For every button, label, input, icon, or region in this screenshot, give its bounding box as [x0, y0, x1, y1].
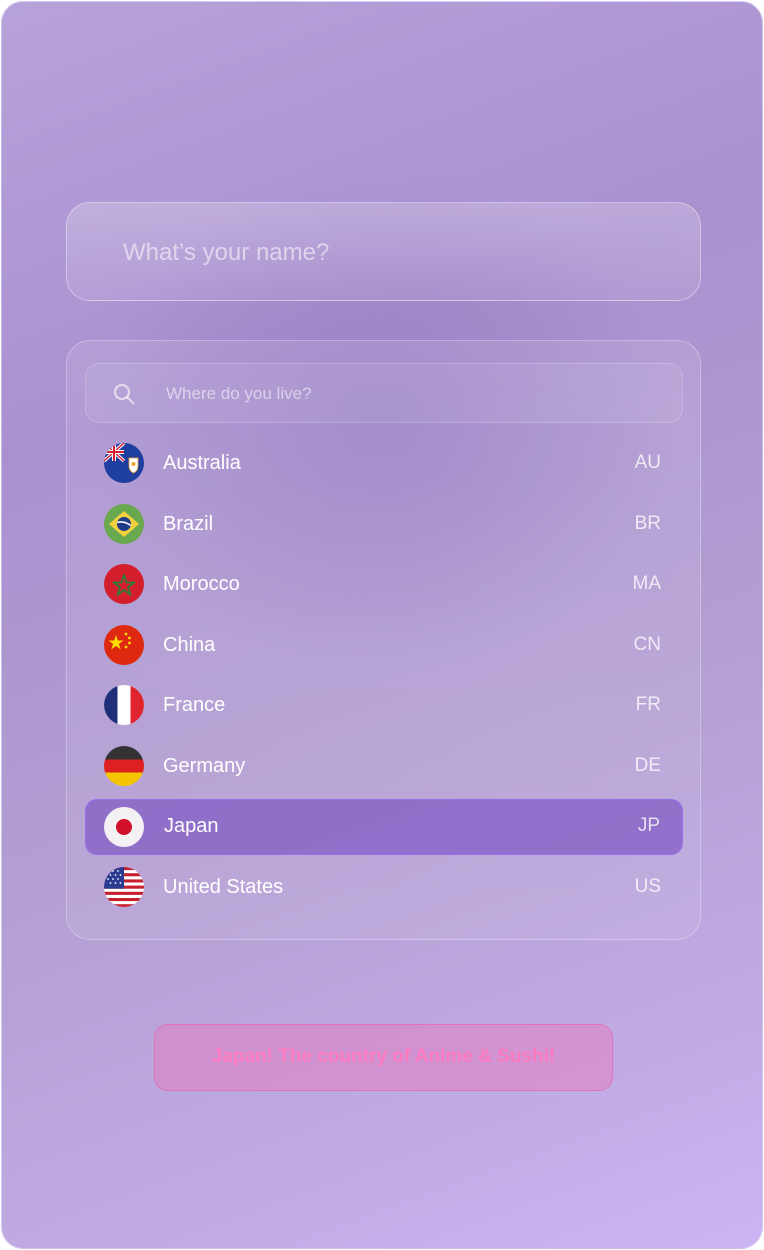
name-field[interactable]	[66, 202, 701, 302]
country-code: JP	[637, 815, 660, 837]
country-name: Germany	[163, 754, 246, 777]
country-name: Japan	[164, 815, 219, 838]
usa-flag-icon	[104, 867, 144, 908]
country-name: United States	[163, 876, 284, 899]
country-code: US	[634, 876, 661, 898]
country-list: Australia AU Brazil BR Morocco MA China …	[85, 435, 683, 920]
germany-flag-icon	[104, 745, 144, 786]
country-search[interactable]	[85, 363, 683, 424]
country-option-germany[interactable]: Germany DE	[85, 738, 683, 794]
country-code: AU	[634, 452, 661, 473]
country-name: Brazil	[163, 512, 214, 535]
country-option-brazil[interactable]: Brazil BR	[85, 496, 683, 552]
country-option-china[interactable]: China CN	[85, 617, 683, 673]
app-card: Australia AU Brazil BR	[1, 1, 763, 1249]
country-option-australia[interactable]: Australia AU	[85, 435, 683, 491]
country-picker: Australia AU Brazil BR	[66, 340, 701, 940]
morocco-flag-icon	[104, 564, 144, 605]
australia-flag-icon	[104, 443, 144, 483]
country-option-united-states[interactable]: United States US	[85, 859, 683, 915]
search-icon	[112, 382, 136, 406]
country-name: China	[163, 633, 216, 656]
country-code: CN	[633, 633, 661, 655]
japan-flag-icon	[104, 806, 144, 847]
country-code: FR	[635, 694, 661, 716]
country-option-japan[interactable]: Japan JP	[85, 798, 683, 855]
country-name: Australia	[163, 452, 241, 474]
country-option-france[interactable]: France FR	[85, 677, 683, 733]
country-name: France	[163, 694, 226, 717]
brazil-flag-icon	[104, 503, 144, 544]
china-flag-icon	[104, 624, 144, 665]
country-code: MA	[632, 573, 662, 595]
country-message-banner: Japan! The country of Anime & Sushi!	[154, 1024, 613, 1091]
country-code: BR	[634, 512, 661, 534]
country-code: DE	[634, 754, 661, 776]
country-option-morocco[interactable]: Morocco MA	[85, 556, 683, 612]
name-input[interactable]	[121, 203, 665, 302]
country-search-input[interactable]	[164, 364, 668, 424]
france-flag-icon	[104, 685, 144, 726]
country-name: Morocco	[163, 573, 240, 596]
